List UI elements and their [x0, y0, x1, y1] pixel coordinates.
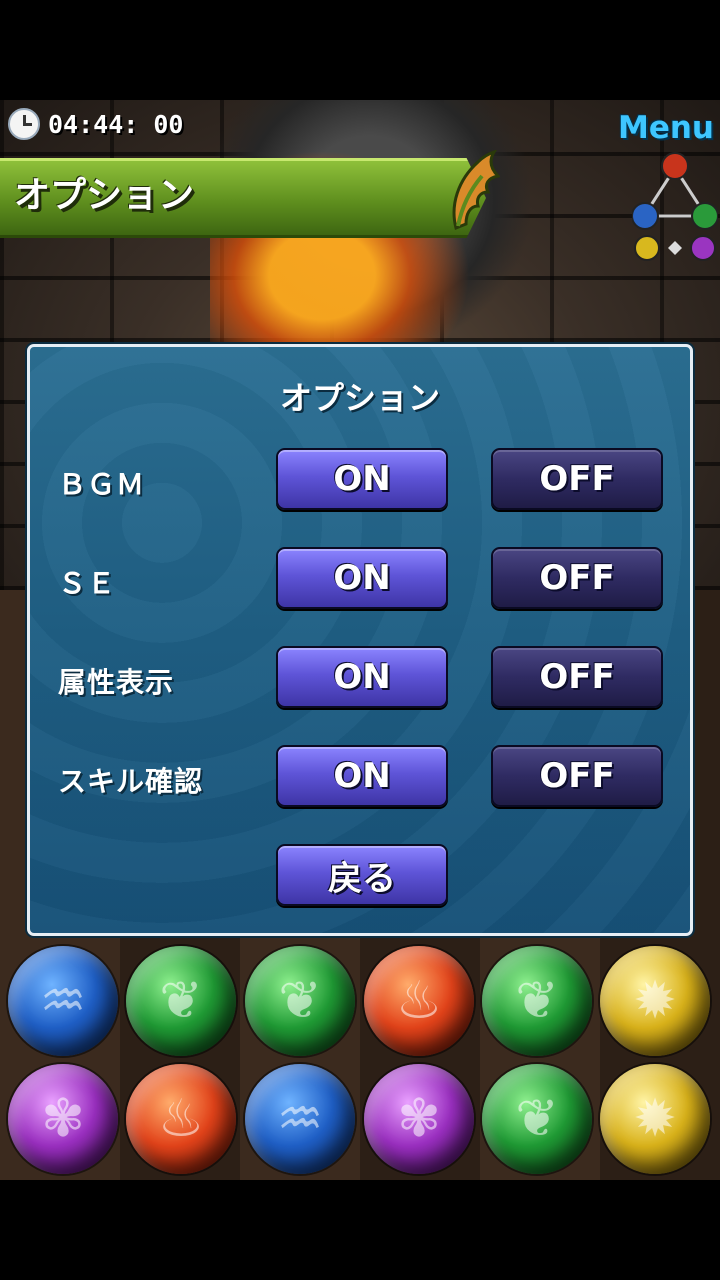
orb-dark[interactable]: ✾	[8, 1064, 118, 1174]
options-dialog: オプション ＢＧＭ ON OFF ＳＥ ON OFF 属性表示 ON OFF ス…	[27, 344, 693, 936]
bgm-label: ＢＧＭ	[58, 468, 146, 501]
attribute-wheel-icon	[632, 152, 718, 261]
orb-wood[interactable]: ❦	[126, 946, 236, 1056]
game-screen: ♒ ❦ ❦ ♨ ❦ ✹ ✾ ♨ ♒ ✾ ❦ ✹ 04:44: 00 Menu オ…	[0, 0, 720, 1280]
banner-title: オプション	[14, 175, 195, 216]
bgm-on-button[interactable]: ON	[276, 448, 448, 510]
dialog-title: オプション	[279, 379, 440, 417]
skill-confirm-label: スキル確認	[58, 765, 204, 798]
orb-fire[interactable]: ♨	[364, 946, 474, 1056]
skill-confirm-off-button[interactable]: OFF	[491, 745, 663, 807]
orb-wood[interactable]: ❦	[482, 946, 592, 1056]
orb-light[interactable]: ✹	[600, 1064, 710, 1174]
orb-wood[interactable]: ❦	[482, 1064, 592, 1174]
bgm-off-button[interactable]: OFF	[491, 448, 663, 510]
se-on-button[interactable]: ON	[276, 547, 448, 609]
orb-fire[interactable]: ♨	[126, 1064, 236, 1174]
attribute-display-off-button[interactable]: OFF	[491, 646, 663, 708]
attribute-display-on-button[interactable]: ON	[276, 646, 448, 708]
orb-light[interactable]: ✹	[600, 946, 710, 1056]
se-off-button[interactable]: OFF	[491, 547, 663, 609]
play-timer: 04:44: 00	[8, 108, 183, 140]
timer-text: 04:44: 00	[48, 109, 184, 139]
clock-icon	[8, 108, 40, 140]
orb-dark[interactable]: ✾	[364, 1064, 474, 1174]
orb-water[interactable]: ♒	[245, 1064, 355, 1174]
menu-button[interactable]: Menu	[618, 110, 714, 146]
orb-wood[interactable]: ❦	[245, 946, 355, 1056]
se-label: ＳＥ	[58, 567, 117, 600]
attribute-display-label: 属性表示	[58, 666, 175, 699]
back-button[interactable]: 戻る	[276, 844, 448, 906]
skill-confirm-on-button[interactable]: ON	[276, 745, 448, 807]
orb-water[interactable]: ♒	[8, 946, 118, 1056]
dragon-wing-icon	[452, 150, 500, 231]
